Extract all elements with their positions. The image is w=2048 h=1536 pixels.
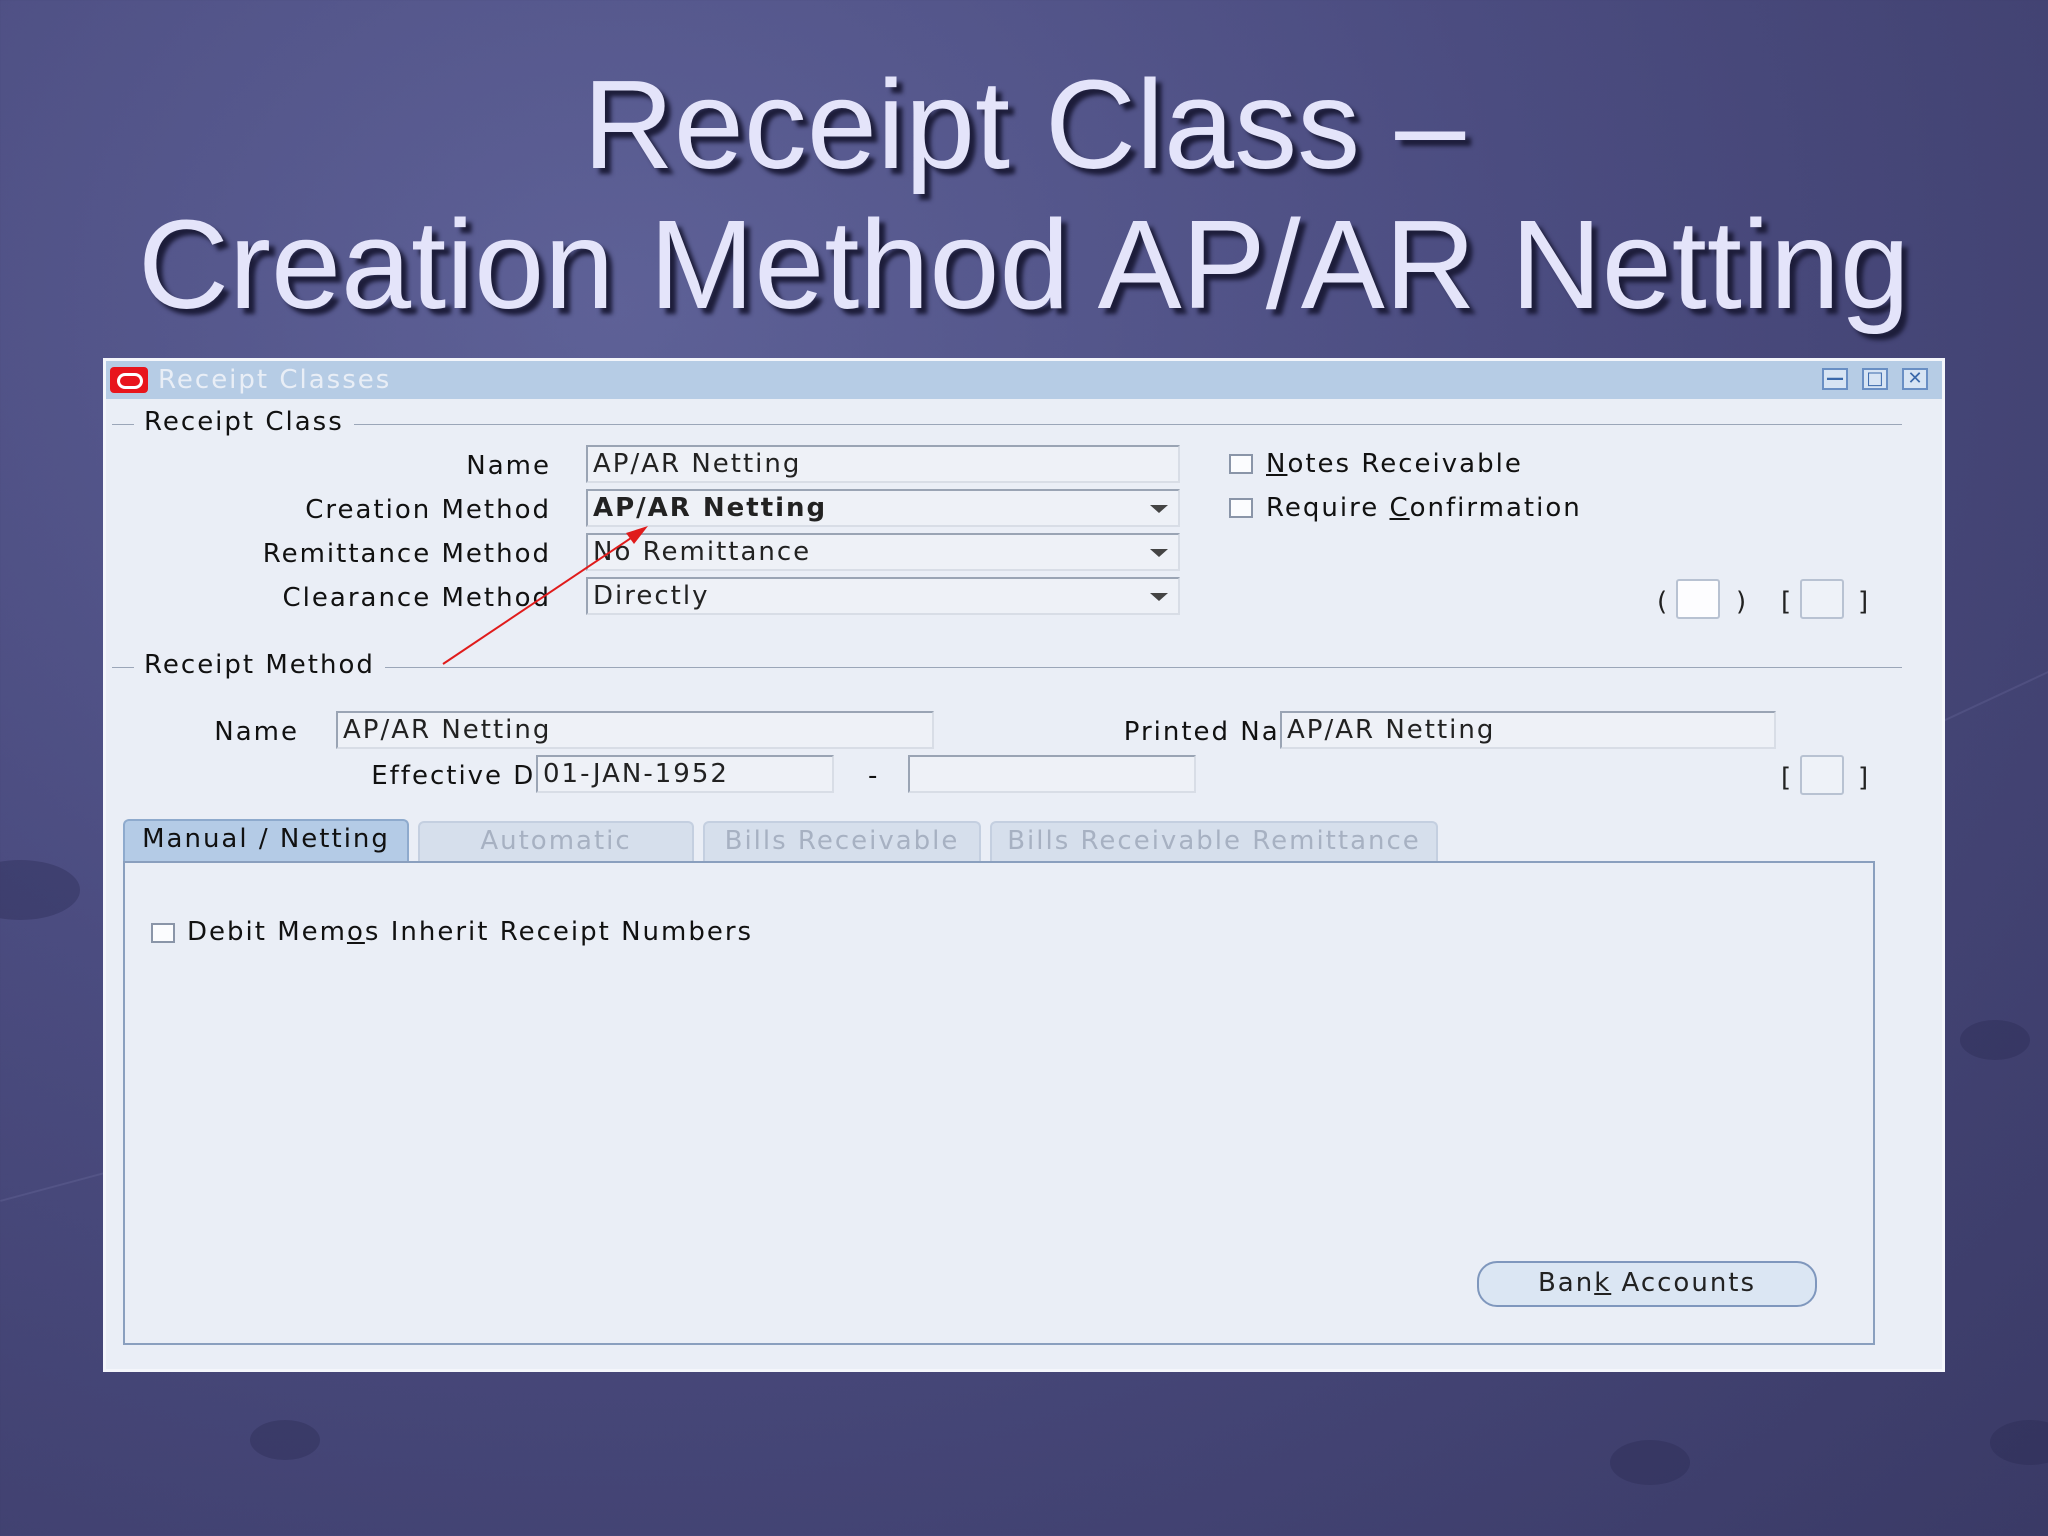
annotation-arrow-head	[626, 526, 648, 544]
annotation-arrow	[442, 526, 648, 665]
annotation-arrow-line	[442, 531, 641, 665]
